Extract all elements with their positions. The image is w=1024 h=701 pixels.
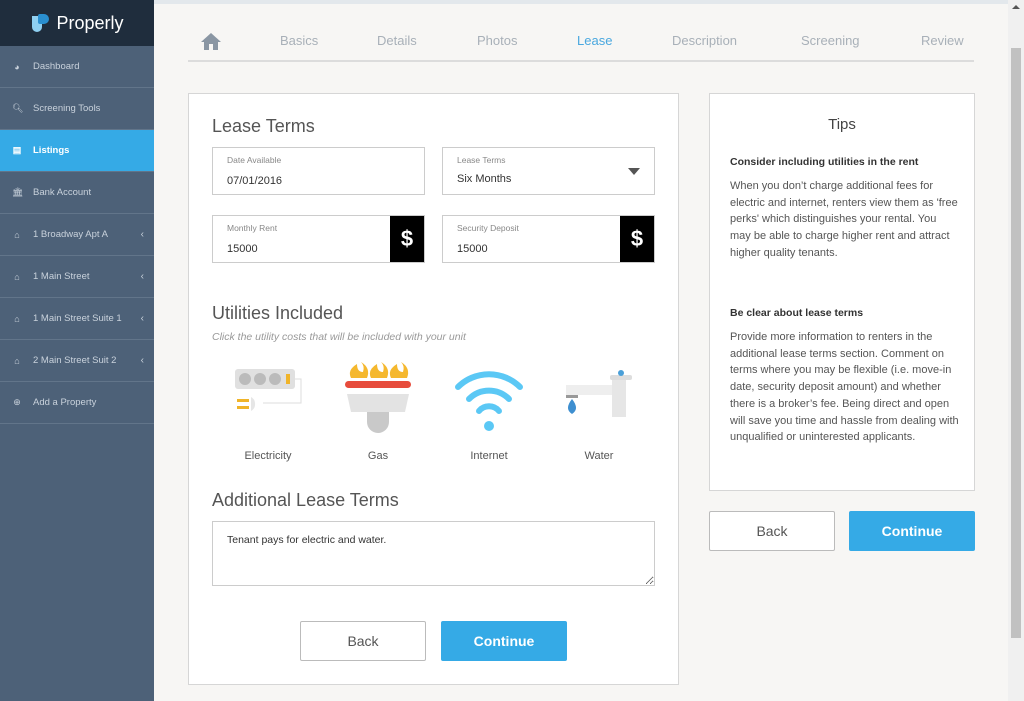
utility-electricity[interactable]: Electricity bbox=[223, 365, 313, 462]
utility-label: Electricity bbox=[244, 450, 292, 462]
date-available-field[interactable]: Date Available 07/01/2016 bbox=[212, 147, 425, 195]
search-icon: 🔍︎ bbox=[12, 103, 24, 113]
lease-terms-heading: Lease Terms bbox=[212, 116, 315, 136]
monthly-rent-field[interactable]: Monthly Rent 15000 $ bbox=[212, 215, 425, 263]
sidebar-item-label: Bank Account bbox=[33, 187, 92, 198]
sidebar-item-label: 2 Main Street Suit 2 bbox=[33, 355, 117, 366]
utility-label: Internet bbox=[470, 450, 508, 462]
lease-terms-label: Lease Terms bbox=[457, 155, 506, 165]
lease-terms-value: Six Months bbox=[457, 173, 512, 185]
back-button-side[interactable]: Back bbox=[709, 511, 835, 551]
plus-circle-icon: ⊕ bbox=[13, 397, 21, 407]
dollar-icon: $ bbox=[620, 216, 654, 262]
back-button[interactable]: Back bbox=[300, 621, 426, 661]
gas-burner-icon bbox=[345, 362, 411, 433]
brand[interactable]: Properly bbox=[0, 0, 154, 46]
utility-internet[interactable]: Internet bbox=[444, 365, 534, 462]
security-deposit-value: 15000 bbox=[457, 243, 488, 255]
tips-title: Tips bbox=[828, 116, 856, 133]
scrollbar-thumb[interactable] bbox=[1011, 48, 1021, 638]
tip-heading: Consider including utilities in the rent bbox=[730, 156, 919, 168]
sidebar-item-label: Listings bbox=[33, 145, 70, 156]
wifi-icon bbox=[455, 371, 523, 431]
app-name: Properly bbox=[56, 12, 124, 33]
tab-screening[interactable]: Screening bbox=[801, 33, 860, 48]
chevron-left-icon[interactable]: ‹ bbox=[141, 229, 144, 240]
utility-gas[interactable]: Gas bbox=[333, 362, 423, 462]
sidebar-item-label: Screening Tools bbox=[33, 103, 101, 114]
utility-water[interactable]: Water bbox=[554, 365, 644, 462]
date-available-label: Date Available bbox=[227, 155, 282, 165]
sidebar-item-dashboard[interactable]: ◕ Dashboard bbox=[0, 46, 154, 88]
bank-icon: 🏛︎ bbox=[12, 187, 24, 197]
sidebar-item-1-broadway-apt-a[interactable]: ⌂ 1 Broadway Apt A ‹ bbox=[0, 214, 154, 256]
utilities-heading: Utilities Included bbox=[212, 303, 344, 323]
home-icon: ⌂ bbox=[14, 229, 20, 240]
sidebar-item-screening-tools[interactable]: 🔍︎ Screening Tools bbox=[0, 88, 154, 130]
utilities-subtitle: Click the utility costs that will be inc… bbox=[212, 331, 466, 343]
lease-terms-select[interactable]: Lease Terms Six Months bbox=[442, 147, 655, 195]
sidebar-item-add-a-property[interactable]: ⊕ Add a Property bbox=[0, 382, 154, 424]
home-icon: ⌂ bbox=[14, 355, 20, 366]
sidebar-item-1-main-street[interactable]: ⌂ 1 Main Street ‹ bbox=[0, 256, 154, 298]
tab-review[interactable]: Review bbox=[921, 33, 964, 48]
tips-card: Tips Consider including utilities in the… bbox=[709, 93, 975, 491]
tip-heading: Be clear about lease terms bbox=[730, 307, 864, 319]
monthly-rent-label: Monthly Rent bbox=[227, 223, 278, 233]
chevron-left-icon[interactable]: ‹ bbox=[141, 271, 144, 282]
additional-terms-textarea[interactable]: Tenant pays for electric and water. bbox=[212, 521, 655, 586]
scrollbar[interactable] bbox=[1008, 0, 1024, 701]
sidebar-item-listings[interactable]: ▤ Listings bbox=[0, 130, 154, 172]
sidebar-item-label: 1 Main Street bbox=[33, 271, 90, 282]
tip-text: Provide more information to renters in t… bbox=[730, 331, 959, 444]
dashboard-icon: ◕ bbox=[14, 61, 20, 72]
tip-text: When you don’t charge additional fees fo… bbox=[730, 180, 958, 259]
home-icon: ⌂ bbox=[14, 313, 20, 324]
home-icon[interactable] bbox=[200, 32, 222, 51]
sidebar-item-bank-account[interactable]: 🏛︎ Bank Account bbox=[0, 172, 154, 214]
step-tabs: Basics Details Photos Lease Description Scree… bbox=[188, 24, 974, 62]
properly-logo-icon bbox=[30, 12, 50, 34]
utility-label: Gas bbox=[367, 450, 389, 462]
continue-button[interactable]: Continue bbox=[441, 621, 567, 661]
sidebar-item-1-main-street-suite-1[interactable]: ⌂ 1 Main Street Suite 1 ‹ bbox=[0, 298, 154, 340]
security-deposit-label: Security Deposit bbox=[457, 223, 519, 233]
tab-details[interactable]: Details bbox=[377, 33, 417, 48]
monthly-rent-value: 15000 bbox=[227, 243, 258, 255]
continue-button-side[interactable]: Continue bbox=[849, 511, 975, 551]
home-icon: ⌂ bbox=[14, 271, 20, 282]
caret-down-icon bbox=[628, 168, 640, 175]
sidebar-item-label: 1 Main Street Suite 1 bbox=[33, 313, 122, 324]
sidebar-item-2-main-street-suit-2[interactable]: ⌂ 2 Main Street Suit 2 ‹ bbox=[0, 340, 154, 382]
security-deposit-field[interactable]: Security Deposit 15000 $ bbox=[442, 215, 655, 263]
power-strip-icon bbox=[235, 369, 302, 411]
faucet-icon bbox=[566, 370, 632, 417]
chevron-left-icon[interactable]: ‹ bbox=[141, 313, 144, 324]
utility-label: Water bbox=[584, 450, 614, 462]
tab-lease[interactable]: Lease bbox=[577, 33, 612, 48]
top-strip bbox=[154, 0, 1008, 4]
sidebar-item-label: Dashboard bbox=[33, 61, 80, 72]
tab-basics[interactable]: Basics bbox=[280, 33, 318, 48]
sidebar-item-label: Add a Property bbox=[33, 397, 97, 408]
tab-photos[interactable]: Photos bbox=[477, 33, 517, 48]
dollar-icon: $ bbox=[390, 216, 424, 262]
sidebar-item-label: 1 Broadway Apt A bbox=[33, 229, 108, 240]
date-available-value: 07/01/2016 bbox=[227, 175, 283, 187]
additional-terms-heading: Additional Lease Terms bbox=[212, 490, 399, 510]
document-icon: ▤ bbox=[12, 145, 22, 155]
chevron-left-icon[interactable]: ‹ bbox=[141, 355, 144, 366]
scroll-up-arrow-icon[interactable] bbox=[1012, 5, 1020, 9]
tab-description[interactable]: Description bbox=[672, 33, 737, 48]
sidebar: Properly ◕ Dashboard 🔍︎ Screening Tools ▤ Lis… bbox=[0, 0, 154, 701]
